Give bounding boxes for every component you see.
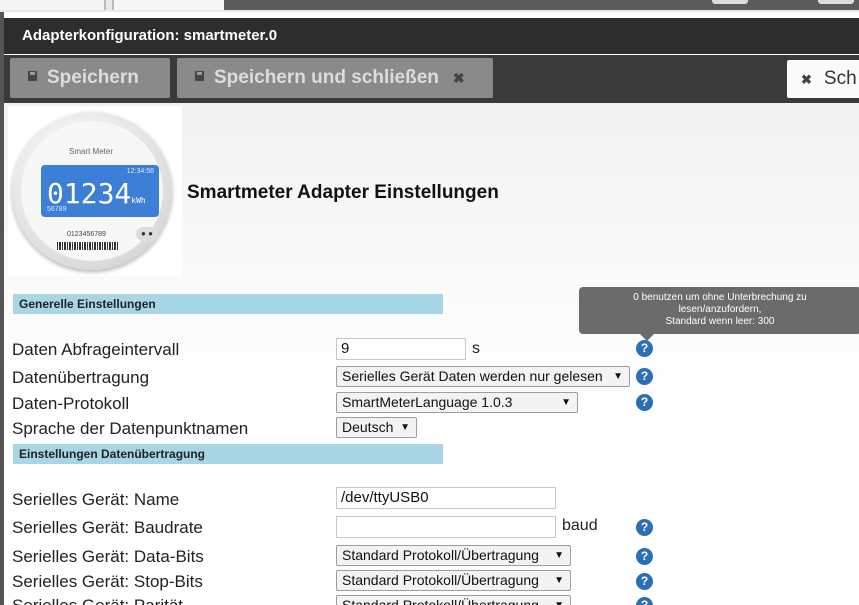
meter-brand: Smart Meter [69, 147, 114, 156]
close-button[interactable]: ✖ Sch [787, 60, 859, 98]
serial-name-input[interactable]: /dev/ttyUSB0 [336, 487, 556, 509]
floppy-disk-icon [195, 70, 204, 81]
section-transfer: Einstellungen Datenübertragung [13, 444, 443, 464]
barcode-icon [57, 242, 119, 250]
chevron-down-icon: ▼ [554, 575, 564, 586]
meter-buttons: ● ● [136, 227, 158, 241]
protocol-label: Daten-Protokoll [12, 394, 130, 413]
chevron-down-icon: ▼ [561, 397, 571, 408]
meter-small-value: 56789 [47, 206, 67, 213]
transfer-select[interactable]: Serielles Gerät Daten werden nur gelesen… [336, 366, 630, 387]
close-icon: ✖ [801, 72, 812, 87]
help-icon[interactable]: ? [636, 340, 653, 357]
save-and-close-label: Speichern und schließen [214, 67, 439, 88]
tooltip-line: lesen/anzufordern, [678, 304, 762, 315]
interval-label: Daten Abfrageintervall [12, 340, 180, 359]
meter-image: Smart Meter 12:34:56 01234kWh 56789 0123… [12, 112, 172, 270]
dialog-title: Adapterkonfiguration: smartmeter.0 [4, 18, 859, 54]
interval-input[interactable]: 9 [336, 338, 466, 360]
baudrate-unit: baud [562, 517, 598, 534]
databits-select-value: Standard Protokoll/Übertragung [342, 547, 539, 563]
chevron-down-icon: ▼ [613, 371, 623, 382]
meter-time: 12:34:56 [126, 168, 154, 175]
help-icon[interactable]: ? [636, 548, 653, 565]
adapter-config-dialog: Adapterkonfiguration: smartmeter.0 Speic… [0, 12, 859, 605]
tooltip-line: Standard wenn leer: 300 [665, 316, 775, 327]
floppy-disk-icon [28, 70, 37, 81]
help-icon[interactable]: ? [636, 394, 653, 411]
page-heading: Smartmeter Adapter Einstellungen [187, 182, 499, 203]
serial-name-label: Serielles Gerät: Name [12, 490, 180, 509]
chevron-down-icon: ▼ [400, 422, 410, 433]
help-icon[interactable]: ? [636, 573, 653, 590]
baudrate-label: Serielles Gerät: Baudrate [12, 518, 203, 537]
parity-label: Serielles Gerät: Parität [12, 596, 183, 605]
help-icon[interactable]: ? [636, 597, 653, 605]
background-control[interactable] [712, 0, 748, 4]
chevron-down-icon: ▼ [554, 550, 564, 561]
interval-unit: s [472, 340, 480, 357]
close-button-label: Sch [823, 68, 857, 89]
language-select[interactable]: Deutsch ▼ [336, 417, 417, 438]
databits-label: Serielles Gerät: Data-Bits [12, 547, 204, 566]
language-select-value: Deutsch [342, 419, 394, 435]
baudrate-input[interactable] [336, 516, 556, 538]
protocol-select-value: SmartMeterLanguage 1.0.3 [342, 394, 513, 410]
background-control[interactable] [818, 0, 854, 4]
help-icon[interactable]: ? [636, 368, 653, 385]
stopbits-label: Serielles Gerät: Stop-Bits [12, 572, 203, 591]
databits-select[interactable]: Standard Protokoll/Übertragung ▼ [336, 545, 571, 566]
meter-serial: 0123456789 [67, 231, 106, 238]
dialog-toolbar: Speichern Speichern und schließen ✖ ✖ Sch [4, 55, 859, 103]
top-strip [0, 0, 859, 12]
language-label: Sprache der Datenpunktnamen [12, 419, 249, 438]
parity-select[interactable]: Standard Protokoll/Übertragung ▼ [336, 595, 571, 605]
tooltip-line: 0 benutzen um ohne Unterbrechung zu [633, 292, 807, 303]
stopbits-select-value: Standard Protokoll/Übertragung [342, 572, 539, 588]
stopbits-select[interactable]: Standard Protokoll/Übertragung ▼ [336, 570, 571, 591]
chevron-down-icon: ▼ [554, 596, 564, 605]
settings-content: Smart Meter 12:34:56 01234kWh 56789 0123… [4, 103, 859, 605]
background-tab[interactable] [112, 0, 226, 10]
help-tooltip: 0 benutzen um ohne Unterbrechung zu lese… [579, 287, 859, 341]
transfer-label: Datenübertragung [12, 368, 150, 387]
background-tab[interactable] [0, 0, 106, 10]
save-button-label: Speichern [47, 67, 139, 88]
protocol-select[interactable]: SmartMeterLanguage 1.0.3 ▼ [336, 392, 578, 413]
meter-unit: kWh [131, 196, 146, 205]
transfer-select-value: Serielles Gerät Daten werden nur gelesen [342, 368, 603, 384]
save-button[interactable]: Speichern [10, 58, 170, 98]
background-bar [224, 0, 859, 10]
help-icon[interactable]: ? [636, 519, 653, 536]
close-icon: ✖ [452, 70, 465, 86]
parity-select-value: Standard Protokoll/Übertragung [342, 597, 539, 605]
smartmeter-logo: Smart Meter 12:34:56 01234kWh 56789 0123… [8, 106, 182, 276]
save-and-close-button[interactable]: Speichern und schließen ✖ [177, 58, 493, 98]
meter-display: 12:34:56 01234kWh 56789 [41, 165, 159, 217]
section-general: Generelle Einstellungen [13, 294, 443, 314]
